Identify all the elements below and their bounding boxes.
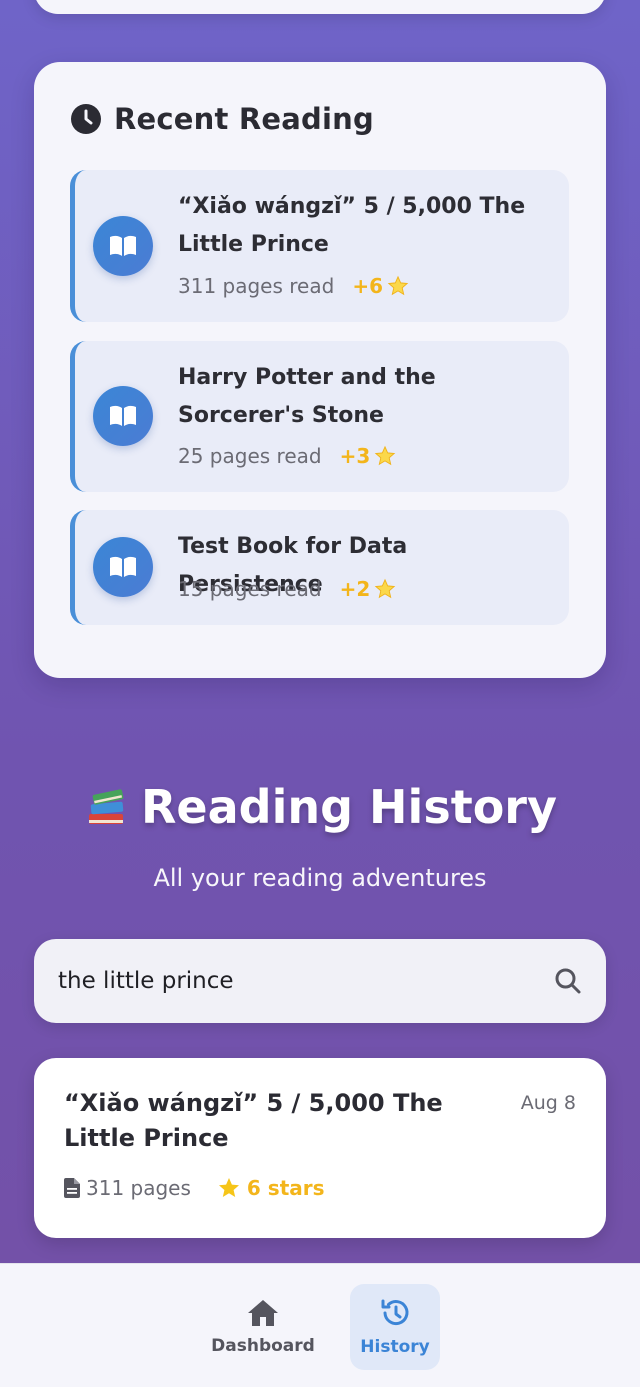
pages-read: 25 pages read bbox=[178, 444, 322, 468]
search-bar bbox=[34, 939, 606, 1023]
nav-dashboard[interactable]: Dashboard bbox=[211, 1284, 315, 1370]
recent-entry-meta: 25 pages read +3 bbox=[178, 444, 396, 468]
stars-earned: +3 bbox=[340, 444, 397, 468]
pages-read: 15 pages read bbox=[178, 577, 322, 601]
clock-icon bbox=[71, 104, 101, 134]
result-pages: 311 pages bbox=[64, 1176, 191, 1200]
recent-reading-header: Recent Reading bbox=[70, 102, 374, 136]
recent-entry-title: Harry Potter and the Sorcerer's Stone bbox=[178, 365, 436, 428]
nav-history[interactable]: History bbox=[350, 1284, 440, 1370]
recent-entry[interactable]: “Xiǎo wángzǐ” 5 / 5,000 The Little Princ… bbox=[70, 170, 569, 322]
books-icon bbox=[89, 789, 124, 824]
nav-dashboard-label: Dashboard bbox=[211, 1336, 315, 1356]
pages-read: 311 pages read bbox=[178, 274, 335, 298]
previous-card-edge bbox=[34, 0, 606, 14]
book-icon bbox=[93, 216, 153, 276]
result-stars: 6 stars bbox=[217, 1176, 325, 1200]
bottom-nav: Dashboard History bbox=[0, 1263, 640, 1387]
recent-reading-card: Recent Reading “Xiǎo wángzǐ” 5 / 5,000 T… bbox=[34, 62, 606, 678]
book-icon bbox=[93, 386, 153, 446]
recent-reading-title: Recent Reading bbox=[114, 102, 374, 136]
search-input[interactable] bbox=[58, 939, 528, 1023]
recent-entry[interactable]: Test Book for Data Persistence 15 pages … bbox=[70, 510, 569, 625]
recent-entry-meta: 311 pages read +6 bbox=[178, 274, 409, 298]
nav-history-label: History bbox=[360, 1337, 430, 1357]
history-icon bbox=[381, 1299, 409, 1326]
page-subtitle: All your reading adventures bbox=[153, 864, 487, 892]
history-result-card[interactable]: “Xiǎo wángzǐ” 5 / 5,000 The Little Princ… bbox=[34, 1058, 606, 1238]
recent-entry-title: “Xiǎo wángzǐ” 5 / 5,000 The Little Princ… bbox=[178, 194, 526, 257]
stars-earned: +6 bbox=[352, 274, 409, 298]
star-icon bbox=[374, 445, 396, 466]
star-icon bbox=[387, 275, 409, 296]
history-heading: Reading History bbox=[0, 780, 640, 834]
star-icon bbox=[218, 1178, 239, 1197]
result-date: Aug 8 bbox=[520, 1092, 576, 1114]
document-icon bbox=[64, 1178, 80, 1198]
page-title: Reading History bbox=[141, 780, 557, 834]
stars-earned: +2 bbox=[340, 577, 397, 601]
home-icon bbox=[248, 1300, 278, 1326]
recent-entry-meta: 15 pages read +2 bbox=[178, 577, 396, 601]
book-icon bbox=[93, 537, 153, 597]
result-meta: 311 pages 6 stars bbox=[64, 1176, 325, 1200]
recent-entry[interactable]: Harry Potter and the Sorcerer's Stone 25… bbox=[70, 341, 569, 492]
star-icon bbox=[374, 578, 396, 599]
result-title: “Xiǎo wángzǐ” 5 / 5,000 The Little Princ… bbox=[64, 1089, 443, 1152]
search-icon[interactable] bbox=[554, 967, 582, 995]
